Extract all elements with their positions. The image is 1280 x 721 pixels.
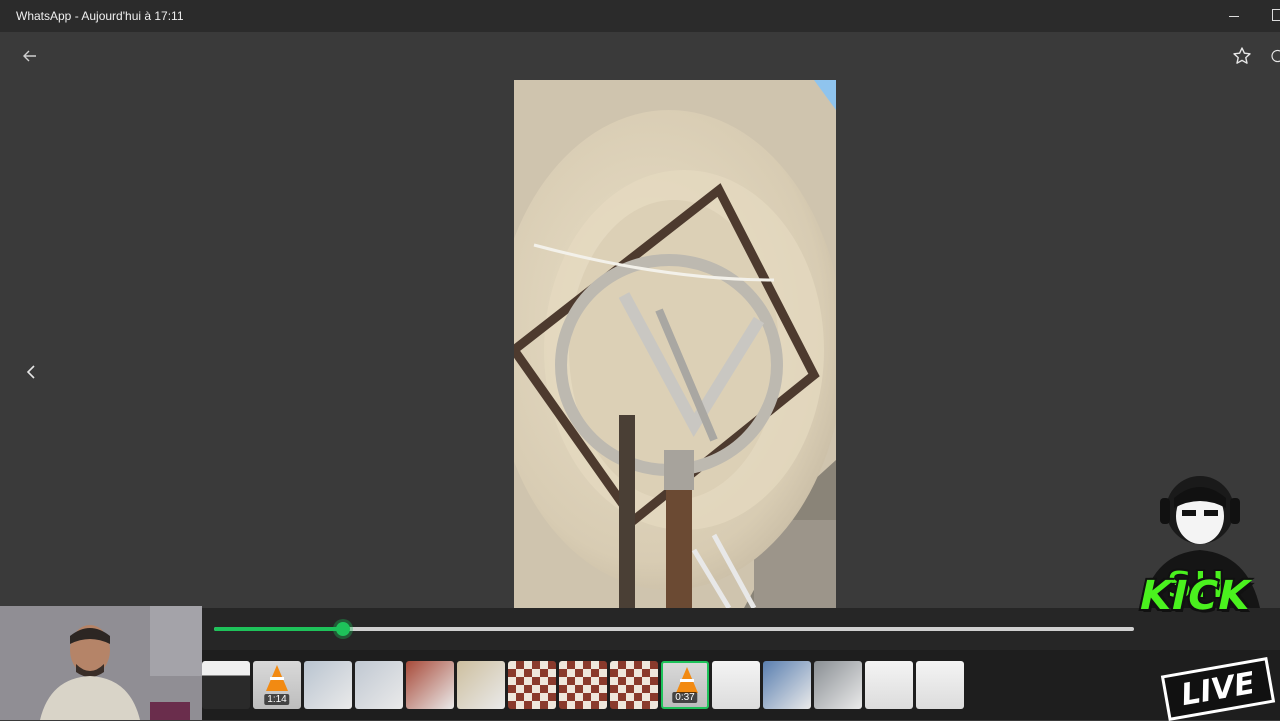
media-thumbnail[interactable] (508, 661, 556, 709)
thumbnail-duration: 0:37 (672, 692, 698, 703)
media-thumbnail[interactable] (406, 661, 454, 709)
media-image (514, 80, 836, 608)
media-thumbnail[interactable] (916, 661, 964, 709)
thumbnail-strip: 1:14 0:37 (200, 650, 1280, 720)
media-thumbnail[interactable] (202, 661, 250, 709)
maximize-button[interactable] (1272, 9, 1280, 21)
media-thumbnail[interactable] (712, 661, 760, 709)
brand-live-badge: LIVE (1160, 656, 1276, 721)
media-thumbnail[interactable]: 1:14 (253, 661, 301, 709)
favorite-button[interactable] (1230, 44, 1254, 68)
media-thumbnail[interactable] (610, 661, 658, 709)
media-thumbnail[interactable] (304, 661, 352, 709)
progress-fill (214, 627, 343, 631)
thumbnail-duration: 1:14 (264, 694, 290, 705)
back-button[interactable] (18, 44, 42, 68)
circle-icon (1271, 49, 1280, 63)
title-bar: WhatsApp - Aujourd'hui à 17:11 (0, 0, 1280, 32)
previous-button[interactable] (20, 360, 44, 384)
video-progress-bar[interactable] (200, 608, 1280, 650)
window-title: WhatsApp - Aujourd'hui à 17:11 (16, 9, 184, 23)
progress-track[interactable] (214, 622, 1134, 636)
minimize-button[interactable] (1226, 8, 1242, 24)
arrow-left-icon (23, 50, 36, 62)
media-thumbnail[interactable] (865, 661, 913, 709)
more-button[interactable] (1268, 44, 1280, 68)
media-thumbnail[interactable] (763, 661, 811, 709)
media-thumbnail[interactable] (814, 661, 862, 709)
media-thumbnail[interactable] (355, 661, 403, 709)
chevron-left-icon (26, 365, 35, 379)
webcam-overlay (0, 606, 202, 720)
media-thumbnail[interactable]: 0:37 (661, 661, 709, 709)
stream-brand-overlay: SH KICK LIVE (1122, 458, 1280, 721)
media-thumbnail[interactable] (457, 661, 505, 709)
media-thumbnail[interactable] (559, 661, 607, 709)
brand-kick-text: KICK (1135, 573, 1256, 619)
progress-handle[interactable] (335, 622, 350, 636)
star-icon (1233, 47, 1251, 64)
